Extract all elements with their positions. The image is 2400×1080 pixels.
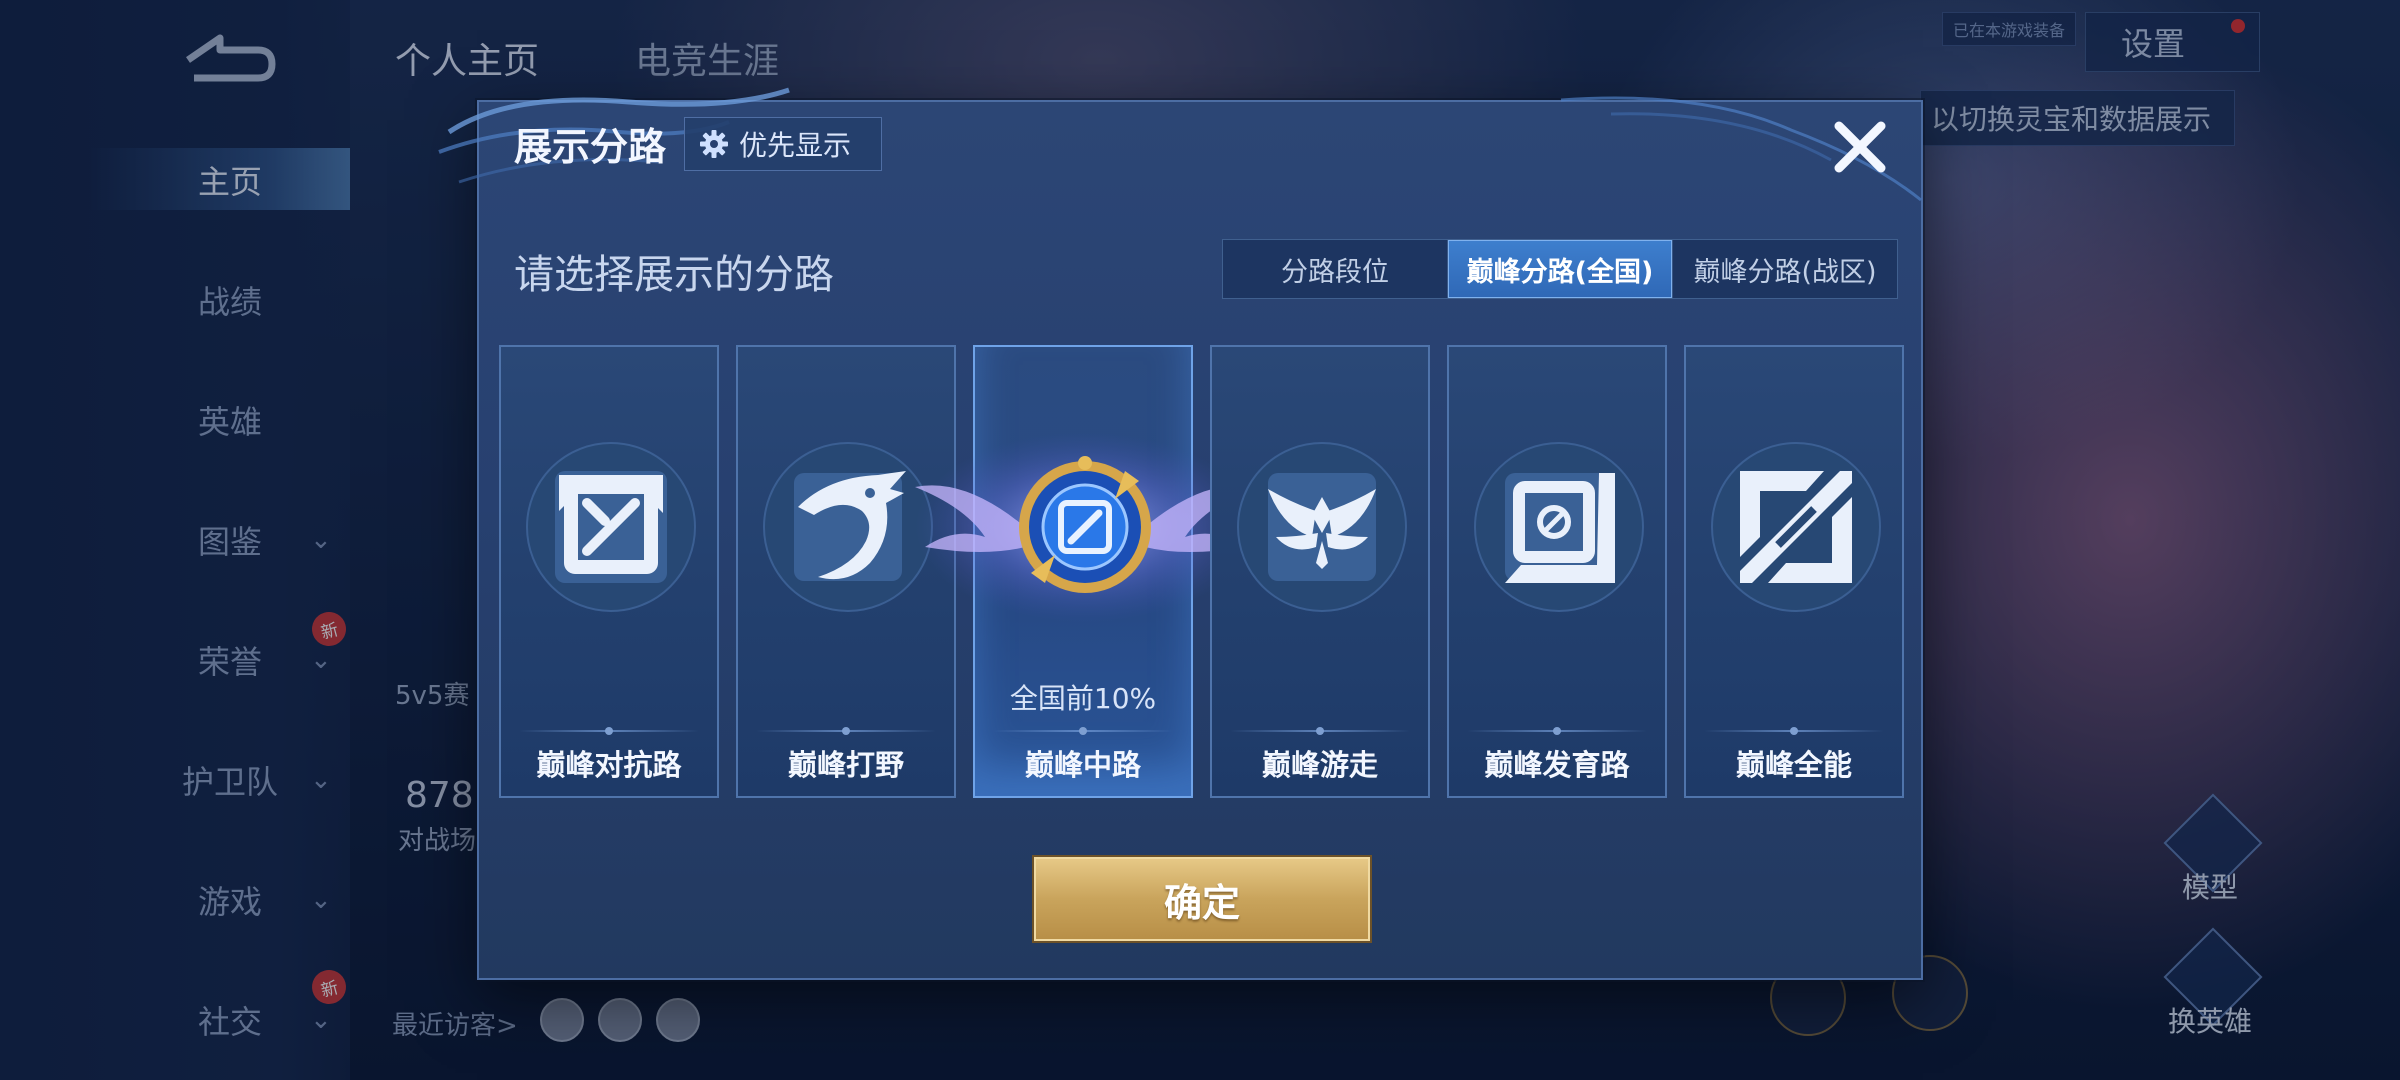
priority-display-button[interactable]: 优先显示	[684, 117, 882, 171]
carry-lane-icon	[1474, 442, 1644, 612]
segment-peak-national[interactable]: 巅峰分路(全国)	[1448, 240, 1673, 298]
segment-peak-region[interactable]: 巅峰分路(战区)	[1673, 240, 1897, 298]
priority-label: 优先显示	[739, 129, 852, 162]
lane-name: 巅峰对抗路	[536, 748, 682, 782]
lane-name: 巅峰全能	[1735, 748, 1852, 782]
lane-card-mid[interactable]: 全国前10% 巅峰中路	[915, 345, 1255, 798]
lane-source-segmented-control: 分路段位 巅峰分路(全国) 巅峰分路(战区)	[1222, 239, 1898, 299]
card-divider	[1230, 727, 1410, 735]
sword-cross-icon	[526, 442, 696, 612]
wings-icon	[1237, 442, 1407, 612]
card-divider	[993, 727, 1173, 735]
lane-name: 巅峰游走	[1261, 748, 1378, 782]
lane-rank-text: 全国前10%	[1009, 682, 1157, 715]
lane-name: 巅峰打野	[787, 748, 904, 782]
lane-card-list: 巅峰对抗路 巅峰打野 全国前10% 巅峰中路 巅峰游走 巅峰发育路 巅峰全能	[499, 345, 1905, 798]
dialog-subtitle: 请选择展示的分路	[514, 252, 834, 298]
card-divider	[1704, 727, 1884, 735]
lane-card-top[interactable]: 巅峰对抗路	[499, 345, 719, 798]
mid-lane-emblem-icon	[1019, 456, 1151, 593]
lane-display-dialog: 展示分路 优先显示 请选择展示的分路 分路段位 巅峰分路(全国) 巅峰分路(战区…	[438, 87, 1923, 980]
confirm-button[interactable]: 确定	[1034, 857, 1370, 941]
lane-card-carry[interactable]: 巅峰发育路	[1447, 345, 1667, 798]
card-divider	[519, 727, 699, 735]
lane-name: 巅峰发育路	[1484, 748, 1630, 782]
card-divider	[1467, 727, 1647, 735]
segment-lane-rank[interactable]: 分路段位	[1223, 240, 1448, 298]
lane-card-all-round[interactable]: 巅峰全能	[1684, 345, 1904, 798]
lane-card-roam[interactable]: 巅峰游走	[1210, 345, 1430, 798]
all-round-icon	[1711, 442, 1881, 612]
lane-name: 巅峰中路	[1024, 748, 1141, 782]
gear-icon	[700, 130, 728, 158]
close-icon[interactable]	[1829, 116, 1891, 178]
dialog-title: 展示分路	[514, 125, 667, 169]
card-divider	[756, 727, 936, 735]
